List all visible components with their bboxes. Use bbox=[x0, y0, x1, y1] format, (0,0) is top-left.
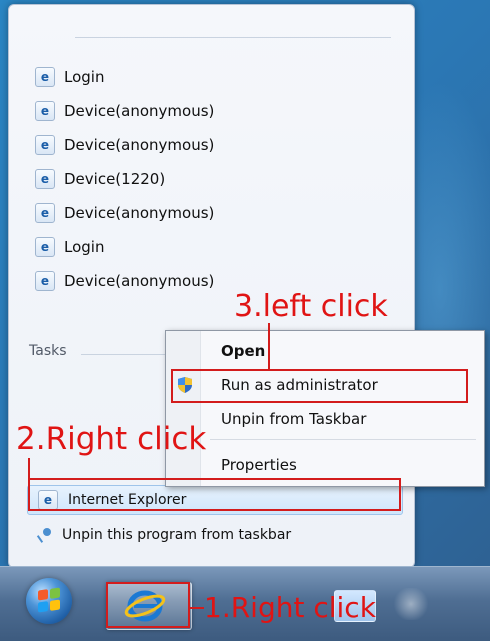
recent-item-label: Device(anonymous) bbox=[64, 272, 215, 290]
annotation-step3: 3.left click bbox=[234, 289, 388, 324]
windows-flag-icon bbox=[38, 587, 60, 613]
recent-item-login[interactable]: e Login bbox=[35, 64, 104, 90]
annotation-box-step1 bbox=[106, 582, 190, 628]
recent-item-device-anonymous[interactable]: e Device(anonymous) bbox=[35, 132, 214, 158]
ie-page-icon: e bbox=[35, 169, 55, 189]
jump-list-top-divider bbox=[75, 37, 391, 38]
ie-page-icon: e bbox=[35, 203, 55, 223]
annotation-line-step3 bbox=[268, 323, 270, 369]
recent-item-label: Device(anonymous) bbox=[64, 136, 215, 154]
annotation-step1: 1.Right click bbox=[204, 591, 376, 624]
recent-item-device-anonymous[interactable]: e Device(anonymous) bbox=[35, 200, 214, 226]
unpin-program-item[interactable]: Unpin this program from taskbar bbox=[37, 521, 291, 549]
menu-item-label: Properties bbox=[221, 456, 297, 474]
context-menu-properties[interactable]: Properties bbox=[221, 453, 297, 477]
annotation-box-step2 bbox=[28, 478, 401, 511]
context-menu-separator bbox=[210, 439, 476, 440]
context-menu-unpin-from-taskbar[interactable]: Unpin from Taskbar bbox=[221, 407, 366, 431]
unpin-program-label: Unpin this program from taskbar bbox=[62, 527, 292, 543]
ie-page-icon: e bbox=[35, 271, 55, 291]
recent-item-login[interactable]: e Login bbox=[35, 234, 104, 260]
context-menu: Open Run as administrator Unpin from Tas… bbox=[165, 330, 485, 487]
recent-item-label: Device(anonymous) bbox=[64, 102, 215, 120]
recent-item-device-anonymous[interactable]: e Device(anonymous) bbox=[35, 98, 214, 124]
windows-start-orb[interactable] bbox=[26, 578, 72, 624]
recent-item-device-1220[interactable]: e Device(1220) bbox=[35, 166, 165, 192]
ie-page-icon: e bbox=[35, 135, 55, 155]
tasks-section-label: Tasks bbox=[29, 343, 67, 359]
tasks-section-divider bbox=[81, 354, 171, 355]
recent-item-label: Device(1220) bbox=[64, 170, 166, 188]
context-menu-open[interactable]: Open bbox=[221, 339, 265, 363]
recent-item-label: Login bbox=[64, 238, 105, 256]
ie-page-icon: e bbox=[35, 101, 55, 121]
annotation-line-step2 bbox=[28, 458, 30, 480]
recent-item-device-anonymous[interactable]: e Device(anonymous) bbox=[35, 268, 214, 294]
recent-item-label: Device(anonymous) bbox=[64, 204, 215, 222]
menu-item-label: Open bbox=[221, 342, 266, 360]
annotation-step2: 2.Right click bbox=[16, 421, 207, 457]
menu-item-label: Unpin from Taskbar bbox=[221, 410, 367, 428]
ie-page-icon: e bbox=[35, 67, 55, 87]
annotation-box-step3 bbox=[171, 369, 468, 403]
ie-page-icon: e bbox=[35, 237, 55, 257]
context-menu-gutter bbox=[166, 331, 201, 486]
recent-item-label: Login bbox=[64, 68, 105, 86]
annotation-line-step1 bbox=[190, 607, 204, 609]
taskbar-glow bbox=[392, 588, 430, 620]
pin-icon bbox=[37, 527, 53, 543]
